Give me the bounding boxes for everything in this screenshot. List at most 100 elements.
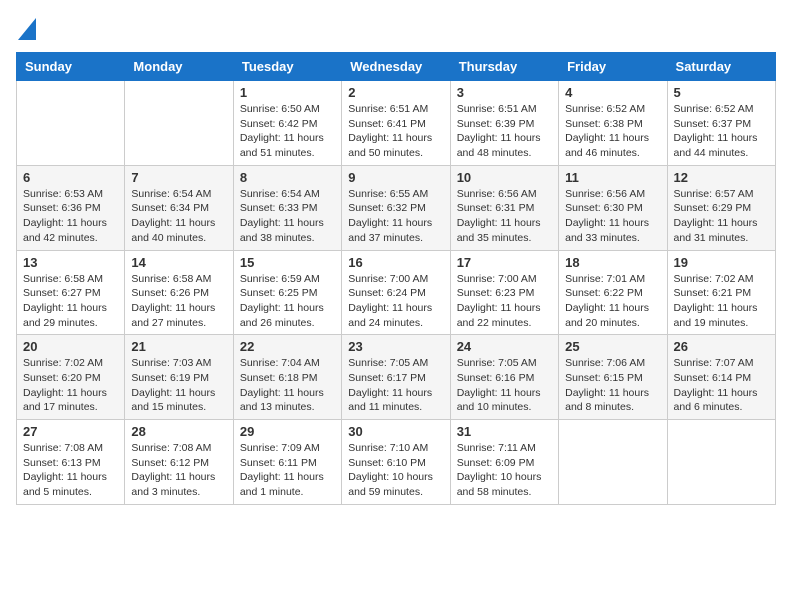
day-info: Sunrise: 6:58 AMSunset: 6:27 PMDaylight:… xyxy=(23,272,118,331)
day-info: Sunrise: 6:59 AMSunset: 6:25 PMDaylight:… xyxy=(240,272,335,331)
day-info: Sunrise: 6:54 AMSunset: 6:34 PMDaylight:… xyxy=(131,187,226,246)
calendar-week-row: 6 Sunrise: 6:53 AMSunset: 6:36 PMDayligh… xyxy=(17,165,776,250)
calendar-cell: 17 Sunrise: 7:00 AMSunset: 6:23 PMDaylig… xyxy=(450,250,558,335)
day-number: 6 xyxy=(23,170,118,185)
day-info: Sunrise: 7:02 AMSunset: 6:21 PMDaylight:… xyxy=(674,272,769,331)
day-number: 8 xyxy=(240,170,335,185)
calendar-cell: 10 Sunrise: 6:56 AMSunset: 6:31 PMDaylig… xyxy=(450,165,558,250)
day-number: 11 xyxy=(565,170,660,185)
day-info: Sunrise: 7:05 AMSunset: 6:17 PMDaylight:… xyxy=(348,356,443,415)
calendar-cell: 22 Sunrise: 7:04 AMSunset: 6:18 PMDaylig… xyxy=(233,335,341,420)
day-number: 17 xyxy=(457,255,552,270)
day-info: Sunrise: 6:56 AMSunset: 6:30 PMDaylight:… xyxy=(565,187,660,246)
calendar-cell: 9 Sunrise: 6:55 AMSunset: 6:32 PMDayligh… xyxy=(342,165,450,250)
day-info: Sunrise: 7:08 AMSunset: 6:12 PMDaylight:… xyxy=(131,441,226,500)
calendar-cell xyxy=(559,420,667,505)
calendar-cell: 26 Sunrise: 7:07 AMSunset: 6:14 PMDaylig… xyxy=(667,335,775,420)
day-number: 21 xyxy=(131,339,226,354)
day-info: Sunrise: 6:51 AMSunset: 6:41 PMDaylight:… xyxy=(348,102,443,161)
day-number: 20 xyxy=(23,339,118,354)
day-number: 7 xyxy=(131,170,226,185)
calendar-cell: 12 Sunrise: 6:57 AMSunset: 6:29 PMDaylig… xyxy=(667,165,775,250)
calendar-cell: 2 Sunrise: 6:51 AMSunset: 6:41 PMDayligh… xyxy=(342,81,450,166)
calendar-week-row: 13 Sunrise: 6:58 AMSunset: 6:27 PMDaylig… xyxy=(17,250,776,335)
day-info: Sunrise: 7:04 AMSunset: 6:18 PMDaylight:… xyxy=(240,356,335,415)
day-info: Sunrise: 7:00 AMSunset: 6:24 PMDaylight:… xyxy=(348,272,443,331)
day-number: 3 xyxy=(457,85,552,100)
calendar-cell: 14 Sunrise: 6:58 AMSunset: 6:26 PMDaylig… xyxy=(125,250,233,335)
calendar-header-cell: Thursday xyxy=(450,53,558,81)
calendar-cell xyxy=(667,420,775,505)
day-number: 18 xyxy=(565,255,660,270)
day-number: 13 xyxy=(23,255,118,270)
day-number: 12 xyxy=(674,170,769,185)
day-info: Sunrise: 7:00 AMSunset: 6:23 PMDaylight:… xyxy=(457,272,552,331)
calendar-cell: 6 Sunrise: 6:53 AMSunset: 6:36 PMDayligh… xyxy=(17,165,125,250)
day-number: 4 xyxy=(565,85,660,100)
calendar-cell: 27 Sunrise: 7:08 AMSunset: 6:13 PMDaylig… xyxy=(17,420,125,505)
day-number: 14 xyxy=(131,255,226,270)
day-number: 10 xyxy=(457,170,552,185)
day-info: Sunrise: 6:53 AMSunset: 6:36 PMDaylight:… xyxy=(23,187,118,246)
calendar-cell: 11 Sunrise: 6:56 AMSunset: 6:30 PMDaylig… xyxy=(559,165,667,250)
day-info: Sunrise: 6:51 AMSunset: 6:39 PMDaylight:… xyxy=(457,102,552,161)
day-number: 5 xyxy=(674,85,769,100)
day-info: Sunrise: 7:02 AMSunset: 6:20 PMDaylight:… xyxy=(23,356,118,415)
day-info: Sunrise: 6:58 AMSunset: 6:26 PMDaylight:… xyxy=(131,272,226,331)
day-info: Sunrise: 6:57 AMSunset: 6:29 PMDaylight:… xyxy=(674,187,769,246)
calendar-header-cell: Sunday xyxy=(17,53,125,81)
day-number: 22 xyxy=(240,339,335,354)
calendar-cell: 30 Sunrise: 7:10 AMSunset: 6:10 PMDaylig… xyxy=(342,420,450,505)
calendar-cell: 4 Sunrise: 6:52 AMSunset: 6:38 PMDayligh… xyxy=(559,81,667,166)
day-info: Sunrise: 7:01 AMSunset: 6:22 PMDaylight:… xyxy=(565,272,660,331)
day-number: 28 xyxy=(131,424,226,439)
day-number: 16 xyxy=(348,255,443,270)
day-number: 26 xyxy=(674,339,769,354)
calendar-cell: 23 Sunrise: 7:05 AMSunset: 6:17 PMDaylig… xyxy=(342,335,450,420)
calendar-cell xyxy=(125,81,233,166)
calendar-cell: 28 Sunrise: 7:08 AMSunset: 6:12 PMDaylig… xyxy=(125,420,233,505)
day-number: 31 xyxy=(457,424,552,439)
day-number: 23 xyxy=(348,339,443,354)
calendar-cell: 13 Sunrise: 6:58 AMSunset: 6:27 PMDaylig… xyxy=(17,250,125,335)
calendar-cell: 29 Sunrise: 7:09 AMSunset: 6:11 PMDaylig… xyxy=(233,420,341,505)
day-number: 29 xyxy=(240,424,335,439)
day-number: 2 xyxy=(348,85,443,100)
day-info: Sunrise: 7:05 AMSunset: 6:16 PMDaylight:… xyxy=(457,356,552,415)
day-info: Sunrise: 7:11 AMSunset: 6:09 PMDaylight:… xyxy=(457,441,552,500)
logo-icon xyxy=(18,18,36,40)
calendar-cell: 3 Sunrise: 6:51 AMSunset: 6:39 PMDayligh… xyxy=(450,81,558,166)
day-number: 24 xyxy=(457,339,552,354)
calendar-cell: 8 Sunrise: 6:54 AMSunset: 6:33 PMDayligh… xyxy=(233,165,341,250)
calendar-header-cell: Tuesday xyxy=(233,53,341,81)
calendar-cell: 24 Sunrise: 7:05 AMSunset: 6:16 PMDaylig… xyxy=(450,335,558,420)
day-info: Sunrise: 7:07 AMSunset: 6:14 PMDaylight:… xyxy=(674,356,769,415)
calendar-cell: 19 Sunrise: 7:02 AMSunset: 6:21 PMDaylig… xyxy=(667,250,775,335)
day-info: Sunrise: 7:10 AMSunset: 6:10 PMDaylight:… xyxy=(348,441,443,500)
day-number: 9 xyxy=(348,170,443,185)
calendar-cell: 20 Sunrise: 7:02 AMSunset: 6:20 PMDaylig… xyxy=(17,335,125,420)
calendar-cell: 25 Sunrise: 7:06 AMSunset: 6:15 PMDaylig… xyxy=(559,335,667,420)
page-header xyxy=(16,16,776,40)
calendar-cell: 15 Sunrise: 6:59 AMSunset: 6:25 PMDaylig… xyxy=(233,250,341,335)
calendar-header-cell: Monday xyxy=(125,53,233,81)
calendar-body: 1 Sunrise: 6:50 AMSunset: 6:42 PMDayligh… xyxy=(17,81,776,505)
calendar-cell: 16 Sunrise: 7:00 AMSunset: 6:24 PMDaylig… xyxy=(342,250,450,335)
day-info: Sunrise: 6:55 AMSunset: 6:32 PMDaylight:… xyxy=(348,187,443,246)
calendar-week-row: 1 Sunrise: 6:50 AMSunset: 6:42 PMDayligh… xyxy=(17,81,776,166)
day-number: 25 xyxy=(565,339,660,354)
calendar-header-cell: Wednesday xyxy=(342,53,450,81)
calendar-cell: 5 Sunrise: 6:52 AMSunset: 6:37 PMDayligh… xyxy=(667,81,775,166)
day-info: Sunrise: 7:03 AMSunset: 6:19 PMDaylight:… xyxy=(131,356,226,415)
calendar-cell: 1 Sunrise: 6:50 AMSunset: 6:42 PMDayligh… xyxy=(233,81,341,166)
day-number: 19 xyxy=(674,255,769,270)
calendar-header-cell: Saturday xyxy=(667,53,775,81)
day-info: Sunrise: 7:08 AMSunset: 6:13 PMDaylight:… xyxy=(23,441,118,500)
calendar-week-row: 27 Sunrise: 7:08 AMSunset: 6:13 PMDaylig… xyxy=(17,420,776,505)
calendar-cell: 18 Sunrise: 7:01 AMSunset: 6:22 PMDaylig… xyxy=(559,250,667,335)
calendar-header-row: SundayMondayTuesdayWednesdayThursdayFrid… xyxy=(17,53,776,81)
day-number: 1 xyxy=(240,85,335,100)
day-info: Sunrise: 6:56 AMSunset: 6:31 PMDaylight:… xyxy=(457,187,552,246)
calendar-cell: 7 Sunrise: 6:54 AMSunset: 6:34 PMDayligh… xyxy=(125,165,233,250)
day-info: Sunrise: 6:54 AMSunset: 6:33 PMDaylight:… xyxy=(240,187,335,246)
